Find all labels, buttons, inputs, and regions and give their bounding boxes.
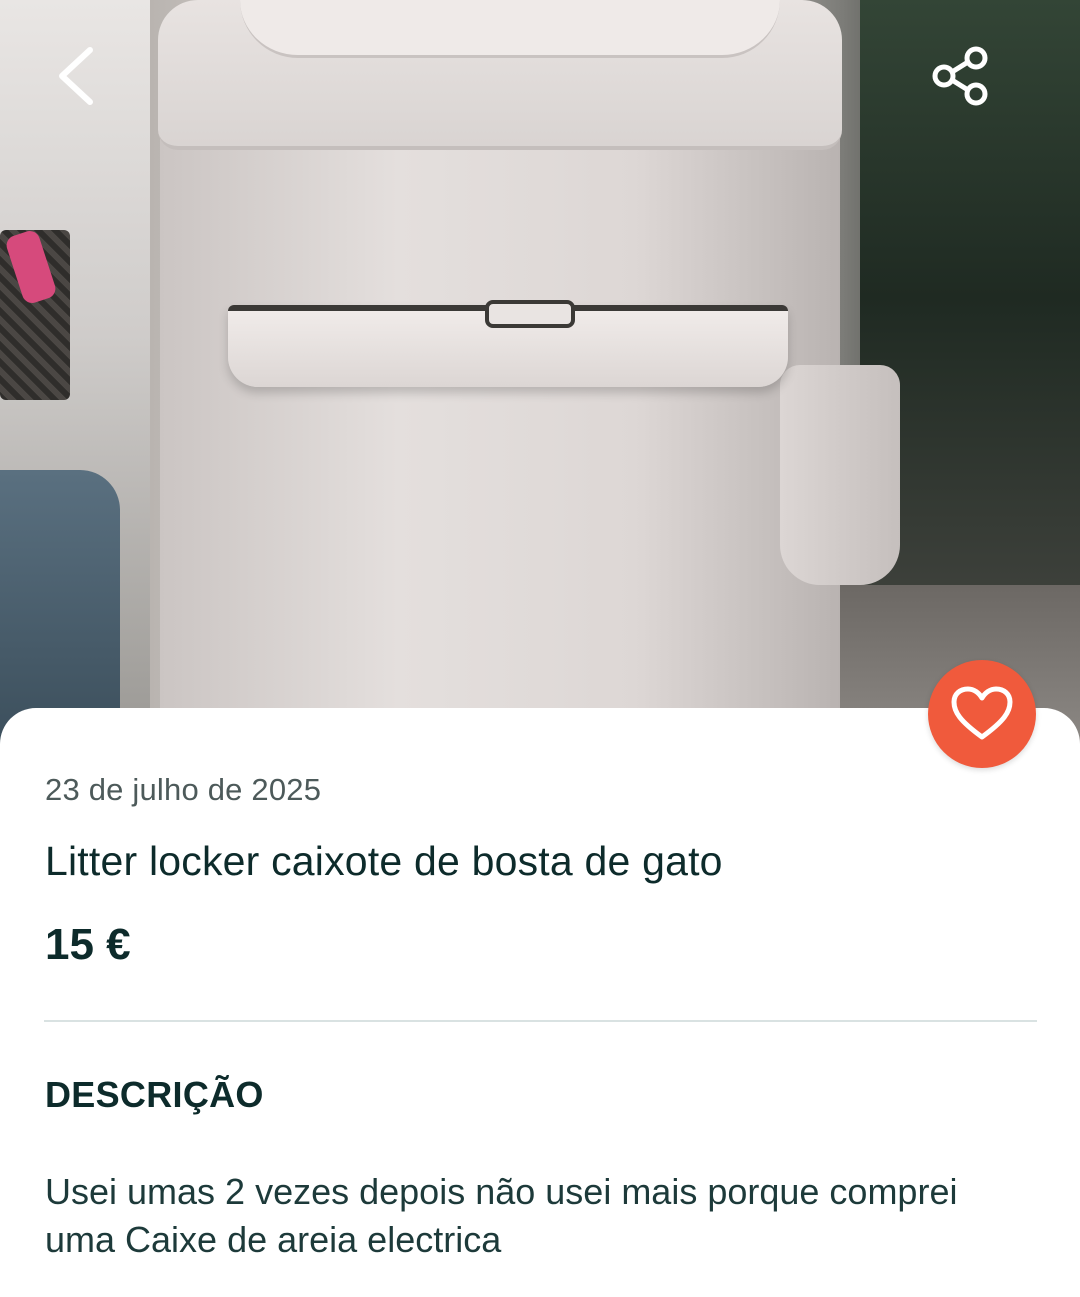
listing-photo[interactable]	[0, 0, 1080, 745]
share-button[interactable]	[920, 36, 1000, 116]
photo-bin-lid	[240, 0, 780, 58]
listing-title: Litter locker caixote de bosta de gato	[45, 838, 723, 884]
description-line-1: Usei umas 2 vezes depois não usei mais p…	[45, 1171, 958, 1212]
description-heading: DESCRIÇÃO	[45, 1074, 264, 1115]
share-icon	[932, 46, 988, 106]
back-button[interactable]	[36, 36, 116, 116]
listing-date: 23 de julho de 2025	[45, 772, 322, 807]
photo-blue-object	[0, 470, 120, 745]
photo-bin-side-pocket	[780, 365, 900, 585]
photo-bin-handle	[485, 300, 575, 328]
listing-price: 15 €	[45, 920, 131, 969]
chevron-left-icon	[59, 47, 93, 105]
heart-icon	[951, 686, 1013, 740]
divider	[44, 1020, 1037, 1022]
description-line-2: uma Caixe de areia electrica	[45, 1219, 502, 1260]
favorite-button[interactable]	[928, 660, 1036, 768]
description-text: Usei umas 2 vezes depois não usei mais p…	[45, 1168, 1045, 1264]
photo-bin-body	[160, 60, 840, 745]
